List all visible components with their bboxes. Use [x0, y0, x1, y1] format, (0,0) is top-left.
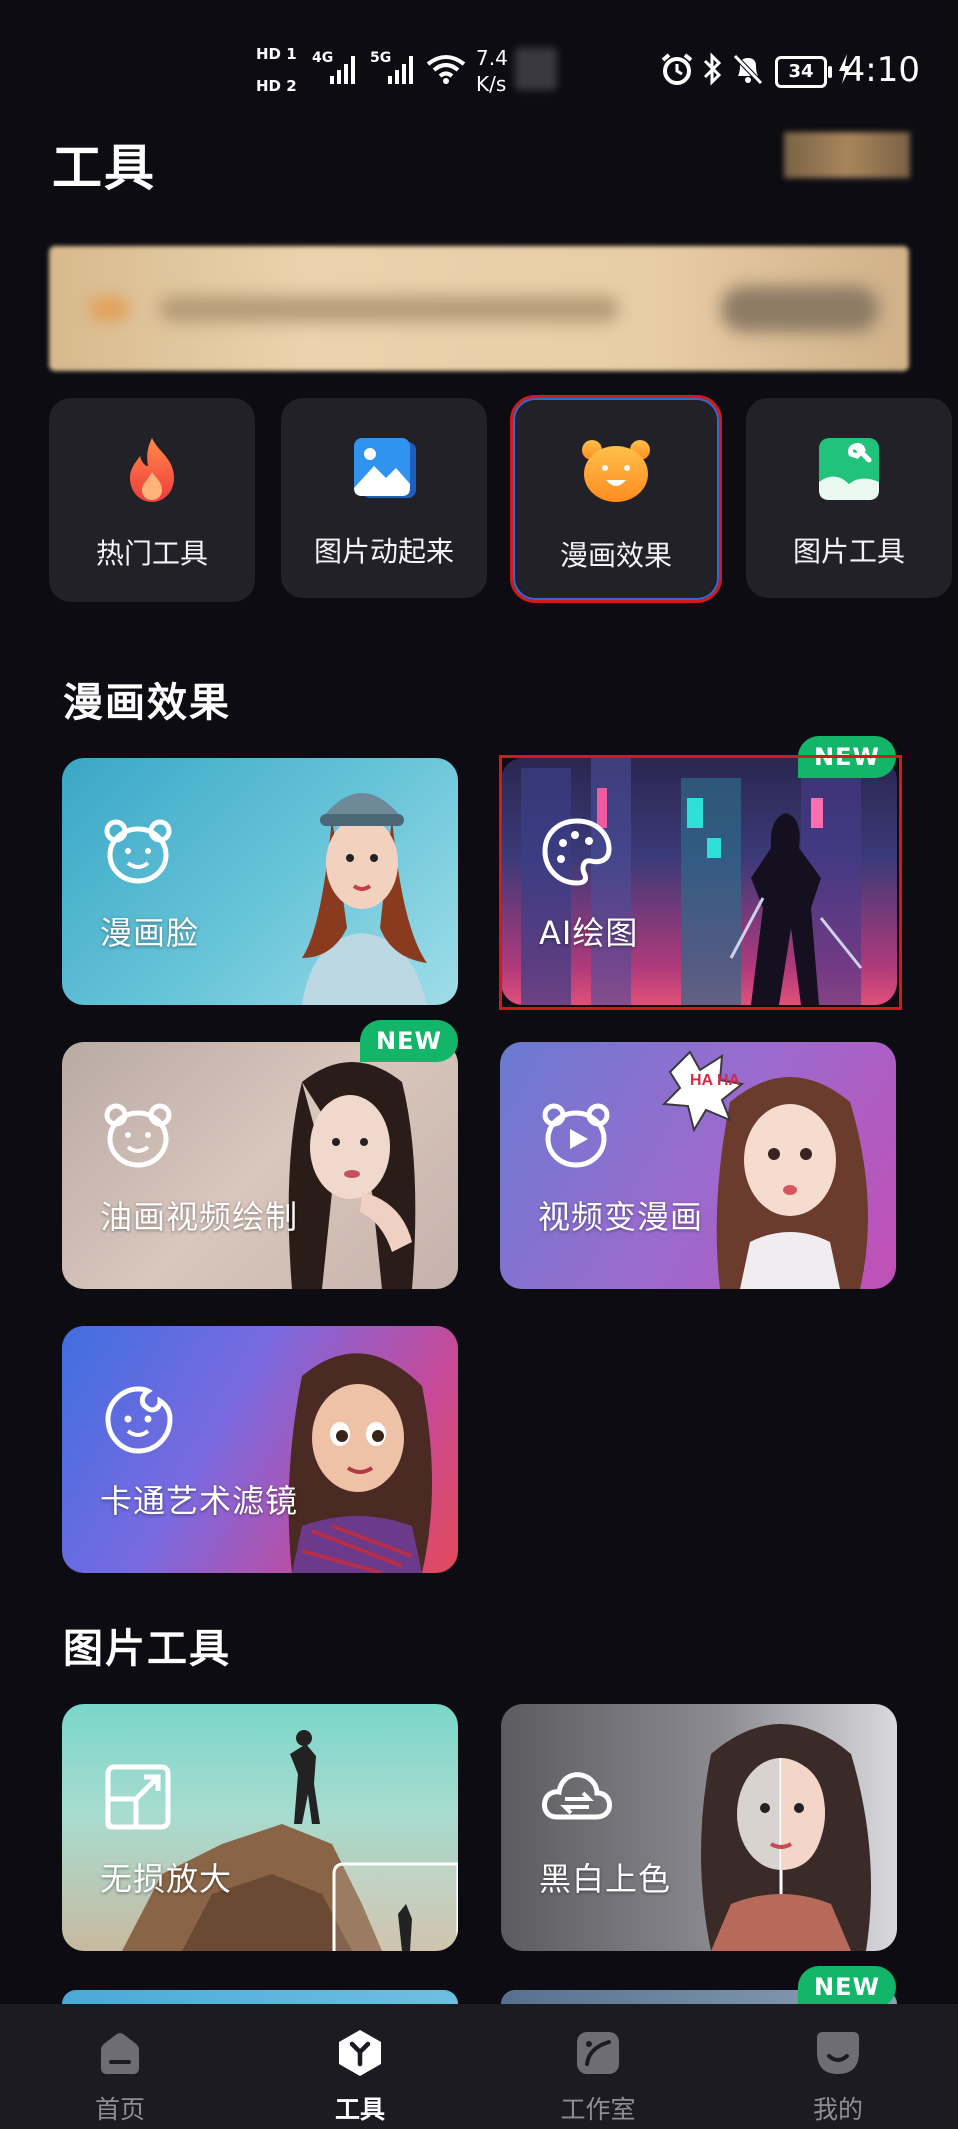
image-wrench-icon: [819, 438, 879, 500]
bear-face-icon: [582, 440, 650, 502]
category-comic-effects[interactable]: 漫画效果: [510, 395, 722, 603]
portrait-illustration: [701, 1724, 871, 1951]
card-label: 卡通艺术滤镜: [100, 1482, 299, 1520]
new-badge: NEW: [798, 1966, 896, 2008]
new-badge: NEW: [360, 1020, 458, 1062]
cartoon-girl-illustration: [288, 1353, 432, 1573]
profile-icon: [817, 2032, 859, 2074]
card-cartoon-art-filter[interactable]: 卡通艺术滤镜: [62, 1326, 458, 1573]
net-speed-unit: K/s: [476, 72, 507, 96]
status-bar: HD 1 HD 2 4G 5G 7.4 K/s 34 4:10: [0, 0, 958, 120]
girl-illustration: [288, 1062, 416, 1289]
card-comic-face[interactable]: 漫画脸: [62, 758, 458, 1005]
card-ai-drawing[interactable]: AI绘图: [501, 758, 897, 1005]
studio-icon: [577, 2032, 619, 2074]
signal-icon: [330, 52, 355, 84]
category-animate-image[interactable]: 图片动起来: [281, 398, 487, 598]
mute-bell-icon: [733, 54, 763, 85]
flame-icon: [130, 438, 174, 502]
category-label: 图片动起来: [313, 535, 454, 568]
card-partial[interactable]: [62, 1990, 458, 2004]
nav-studio[interactable]: 工作室: [528, 2014, 668, 2124]
nav-label: 我的: [812, 2095, 863, 2124]
clock: 4:10: [843, 50, 920, 90]
bluetooth-icon: [703, 52, 722, 86]
redacted-area: [515, 48, 557, 90]
bear-outline-icon: [104, 1103, 172, 1168]
card-colorize-bw[interactable]: 黑白上色: [501, 1704, 897, 1951]
signal-icon-2: [388, 52, 413, 84]
nav-label: 首页: [94, 2095, 145, 2124]
section-title-image-tools: 图片工具: [63, 1626, 231, 1672]
nav-tools[interactable]: 工具: [290, 2014, 430, 2124]
category-hot-tools[interactable]: 热门工具: [49, 398, 255, 602]
section-title-comic: 漫画效果: [63, 680, 231, 726]
expand-icon: [105, 1764, 171, 1830]
category-label: 热门工具: [95, 537, 208, 570]
card-label: 视频变漫画: [538, 1198, 704, 1236]
new-badge: NEW: [798, 736, 896, 778]
page-title: 工具: [52, 139, 156, 197]
card-video-to-comic[interactable]: HA HA 视频变漫画: [500, 1042, 896, 1289]
category-label: 漫画效果: [559, 539, 672, 572]
net-speed-value: 7.4: [476, 46, 508, 70]
sim2-indicator: HD 2: [256, 77, 297, 95]
bear-outline-icon: [104, 819, 172, 884]
card-label: 黑白上色: [539, 1860, 672, 1898]
wifi-icon: [426, 55, 466, 84]
palette-icon: [542, 818, 612, 886]
nav-home[interactable]: 首页: [50, 2014, 190, 2124]
bottom-nav: 首页 工具 工作室 我的: [0, 2004, 958, 2129]
promo-banner[interactable]: [49, 246, 909, 371]
card-lossless-upscale[interactable]: 无损放大: [62, 1704, 458, 1951]
nav-profile[interactable]: 我的: [768, 2014, 908, 2124]
alarm-icon: [661, 53, 693, 85]
sim1-indicator: HD 1: [256, 45, 297, 63]
card-label: 漫画脸: [100, 914, 200, 952]
girl-illustration: [302, 793, 427, 1005]
nav-label: 工作室: [560, 2095, 636, 2124]
battery-indicator: 34: [775, 56, 832, 88]
card-label: AI绘图: [539, 914, 639, 952]
card-oil-painting-video[interactable]: 油画视频绘制: [62, 1042, 458, 1289]
animated-image-icon: [354, 438, 416, 498]
bear-play-icon: [542, 1103, 610, 1168]
tools-cube-icon: [339, 2030, 381, 2076]
cloud-swap-icon: [542, 1772, 612, 1820]
card-label: 油画视频绘制: [100, 1198, 299, 1236]
home-icon: [101, 2033, 139, 2074]
category-image-tools[interactable]: 图片工具: [746, 398, 952, 598]
nav-label: 工具: [334, 2095, 385, 2124]
ha-ha-bubble-text: HA HA: [690, 1072, 741, 1089]
category-label: 图片工具: [792, 535, 905, 568]
redacted-top-right[interactable]: [784, 132, 910, 178]
card-label: 无损放大: [100, 1860, 233, 1898]
anime-girl-illustration: [661, 1050, 868, 1289]
cartoon-face-icon: [105, 1386, 173, 1454]
